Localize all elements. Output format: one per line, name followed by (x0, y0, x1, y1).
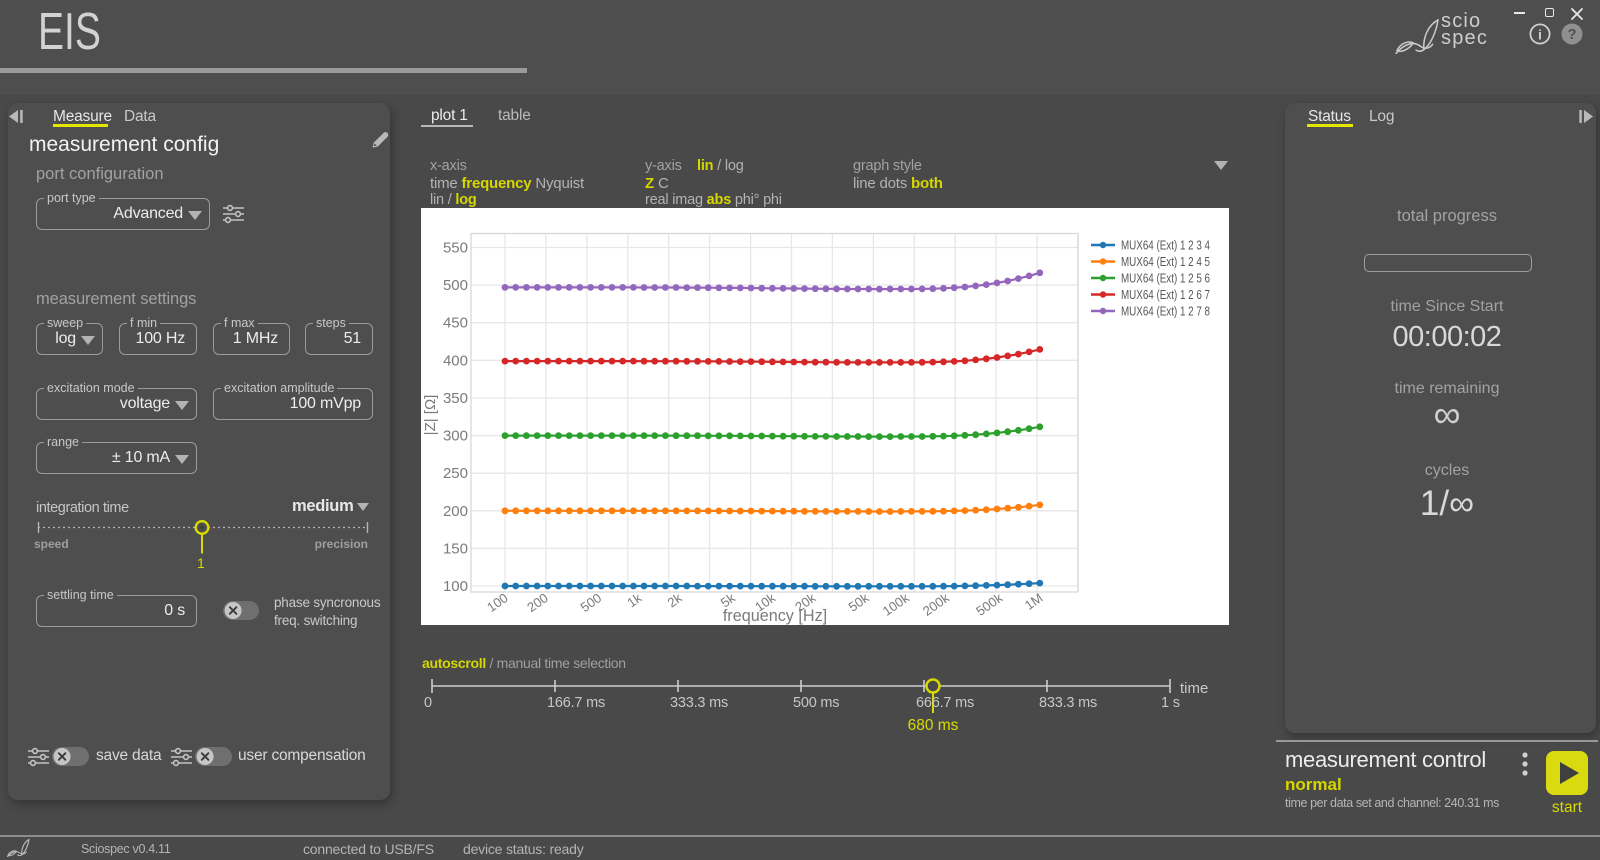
svg-text:100: 100 (443, 578, 468, 595)
svg-text:250: 250 (443, 465, 468, 482)
svg-text:200: 200 (443, 503, 468, 520)
svg-text:100k: 100k (880, 590, 912, 619)
svg-text:?: ? (1568, 27, 1577, 43)
svg-text:MUX64 (Ext) 1 2 7 8: MUX64 (Ext) 1 2 7 8 (1121, 305, 1210, 319)
svg-text:100: 100 (484, 590, 511, 615)
svg-text:350: 350 (443, 390, 468, 407)
svg-text:frequency [Hz]: frequency [Hz] (723, 607, 827, 625)
svg-text:500: 500 (443, 277, 468, 294)
svg-text:50k: 50k (846, 590, 872, 615)
svg-text:200k: 200k (920, 590, 952, 619)
svg-text:MUX64 (Ext) 1 2 4 5: MUX64 (Ext) 1 2 4 5 (1121, 255, 1210, 269)
svg-text:MUX64 (Ext) 1 2 6 7: MUX64 (Ext) 1 2 6 7 (1121, 288, 1210, 302)
svg-text:500: 500 (578, 590, 605, 615)
svg-text:500k: 500k (973, 590, 1005, 619)
svg-text:|Z| [Ω]: |Z| [Ω] (422, 395, 439, 436)
svg-text:MUX64 (Ext) 1 2 5 6: MUX64 (Ext) 1 2 5 6 (1121, 272, 1210, 286)
svg-text:400: 400 (443, 352, 468, 369)
svg-text:1M: 1M (1022, 590, 1046, 613)
svg-text:300: 300 (443, 428, 468, 445)
svg-text:2k: 2k (665, 590, 685, 611)
svg-text:150: 150 (443, 540, 468, 557)
svg-text:i: i (1538, 27, 1542, 43)
svg-text:450: 450 (443, 315, 468, 332)
svg-text:1k: 1k (624, 590, 644, 611)
svg-text:550: 550 (443, 240, 468, 257)
svg-text:200: 200 (524, 590, 551, 615)
svg-text:MUX64 (Ext) 1 2 3 4: MUX64 (Ext) 1 2 3 4 (1121, 239, 1210, 253)
